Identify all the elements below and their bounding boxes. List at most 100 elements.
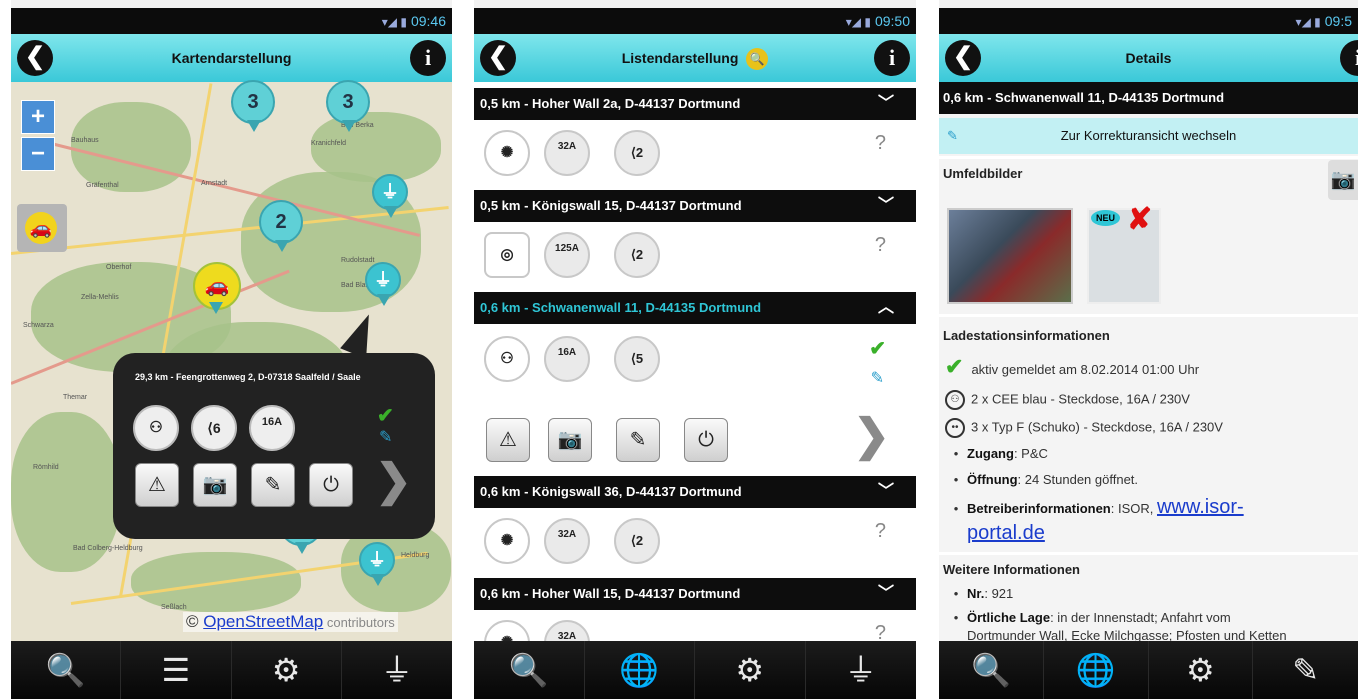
charging-station-marker[interactable]: ⏚ (365, 262, 401, 306)
add-station-icon[interactable]: ⏚ (342, 641, 452, 699)
signal-battery-icons: ▾◢ ▮ (381, 15, 407, 29)
amperage-icon: 32A (544, 620, 590, 641)
town-label: Heldburg (401, 552, 430, 559)
verified-icon: ✔ (869, 338, 886, 360)
access-line: • Zugang: P&C (953, 446, 1048, 461)
station-popup[interactable]: 29,3 km - Feengrottenweg 2, D-07318 Saal… (113, 353, 435, 539)
charging-station-marker[interactable]: ⏚ (359, 542, 395, 586)
settings-icon[interactable]: ⚙ (695, 641, 806, 699)
signal-battery-icons: ▾◢ ▮ (1295, 15, 1321, 29)
type2-socket-icon: ✺ (484, 518, 530, 564)
new-badge: NEU (1091, 210, 1121, 226)
bottom-nav: 🔍 🌐 ⚙ ✎ (939, 641, 1358, 699)
operator-link[interactable]: portal.de (967, 522, 1045, 544)
cee-socket-icon: ⚇ (484, 336, 530, 382)
list-item-header-selected[interactable]: 0,6 km - Schwanenwall 11, D-44135 Dortmu… (474, 292, 916, 324)
info-button[interactable]: i (410, 40, 446, 76)
back-button[interactable]: ❮ (945, 40, 981, 76)
plug-button[interactable]: ⏻ (684, 418, 728, 462)
list-icon[interactable]: ☰ (121, 641, 232, 699)
selected-station-marker[interactable]: 🚗 (193, 262, 241, 314)
connector-count-icon: ⟨5 (614, 336, 660, 382)
cluster-marker[interactable]: 2 (259, 200, 303, 252)
status-time: 09:46 (410, 13, 446, 29)
list-item-header[interactable]: 0,6 km - Königswall 36, D-44137 Dortmund… (474, 476, 916, 508)
status-bar: ▾◢ ▮ 09:5 (939, 8, 1358, 34)
search-icon[interactable]: 🔍 (474, 641, 585, 699)
settings-icon[interactable]: ⚙ (1149, 641, 1254, 699)
edit-small-icon: ✎ (379, 429, 393, 446)
chevron-right-icon[interactable]: ❯ (853, 410, 890, 461)
charging-station-marker[interactable]: ⏚ (372, 174, 408, 218)
globe-icon[interactable]: 🌐 (1044, 641, 1149, 699)
list-item-header[interactable]: 0,5 km - Königswall 15, D-44137 Dortmund… (474, 190, 916, 222)
list-item-header[interactable]: 0,6 km - Hoher Wall 15, D-44137 Dortmund… (474, 578, 916, 610)
add-station-icon[interactable]: ⏚ (806, 641, 917, 699)
title-bar: ❮ Details i (939, 34, 1358, 82)
cee-socket-icon: ⚇ (133, 405, 179, 451)
details-content: 0,6 km - Schwanenwall 11, D-44135 Dortmu… (939, 82, 1358, 643)
cee-socket-icon: ⚇ (945, 390, 965, 410)
town-label: Schwarza (23, 322, 54, 329)
globe-icon[interactable]: 🌐 (585, 641, 695, 699)
edit-button[interactable]: ✎ (251, 463, 295, 507)
bottom-nav: 🔍 ☰ ⚙ ⏚ (11, 641, 452, 699)
status-line: ✔ aktiv gemeldet am 8.02.2014 01:00 Uhr (945, 354, 1200, 379)
cluster-marker[interactable]: 3 (231, 80, 275, 132)
page-title: Details (1125, 50, 1172, 66)
edit-icon[interactable]: ✎ (1253, 641, 1358, 699)
report-problem-button[interactable]: ⚠ (486, 418, 530, 462)
back-button[interactable]: ❮ (480, 40, 516, 76)
correction-view-button[interactable]: ✎ Zur Korrekturansicht wechseln (939, 118, 1358, 154)
status-unknown: ? (874, 234, 886, 256)
back-button[interactable]: ❮ (17, 40, 53, 76)
operator-line: • Betreiberinformationen: ISOR, www.isor- (953, 496, 1244, 518)
cluster-marker[interactable]: 3 (326, 80, 370, 132)
connector-count-icon: ⟨6 (191, 405, 237, 451)
section-title: Ladestationsinformationen (943, 328, 1110, 343)
search-icon[interactable]: 🔍 (11, 641, 122, 699)
add-photo-button[interactable]: 📷 (1328, 160, 1358, 200)
chevron-up-icon: ︿ (877, 299, 894, 316)
chevron-right-icon[interactable]: ❯ (375, 455, 412, 506)
search-icon[interactable]: 🔍 (939, 641, 1044, 699)
plug-button[interactable]: ⏻ (309, 463, 353, 507)
list-screen: ▾◢ ▮ 09:50 ❮ Listendarstellung 🔍 i 0,5 km… (474, 0, 916, 699)
amperage-icon: 16A (544, 336, 590, 382)
schuko-socket-icon: ◎ (484, 232, 530, 278)
delete-photo-icon[interactable]: ✘ (1127, 202, 1152, 237)
camera-button[interactable]: 📷 (548, 418, 592, 462)
info-button[interactable]: i (874, 40, 910, 76)
car-location-button[interactable]: 🚗 (17, 204, 67, 252)
info-button[interactable]: i (1340, 40, 1358, 76)
chevron-down-icon: ﹀ (877, 585, 894, 602)
section-title: Umfeldbilder (943, 166, 1023, 181)
connector-count-icon: ⟨2 (614, 232, 660, 278)
location-line: • Örtliche Lage: in der Innenstadt; Anfah… (953, 610, 1231, 625)
status-time: 09:5 (1324, 13, 1352, 29)
edit-button[interactable]: ✎ (616, 418, 660, 462)
status-time: 09:50 (874, 13, 910, 29)
number-line: • Nr.: 921 (953, 586, 1014, 601)
type2-socket-icon: ✺ (484, 620, 530, 641)
operator-link[interactable]: www.isor- (1157, 496, 1244, 518)
town-label: Themar (63, 394, 88, 401)
openstreetmap-link[interactable]: OpenStreetMap (203, 612, 323, 631)
status-bar: ▾◢ ▮ 09:46 (11, 8, 452, 34)
list-item-header[interactable]: 0,5 km - Hoher Wall 2a, D-44137 Dortmund… (474, 88, 916, 120)
amperage-icon: 125A (544, 232, 590, 278)
zoom-in-button[interactable]: + (21, 100, 55, 134)
zoom-out-button[interactable]: − (21, 137, 55, 171)
environment-photo[interactable] (947, 208, 1073, 304)
verified-icon: ✔ (377, 405, 394, 427)
amperage-icon: 32A (544, 130, 590, 176)
search-key-icon[interactable]: 🔍 (746, 48, 769, 71)
edit-small-icon: ✎ (870, 370, 884, 387)
camera-button[interactable]: 📷 (193, 463, 237, 507)
edit-small-icon: ✎ (947, 128, 958, 143)
settings-icon[interactable]: ⚙ (232, 641, 342, 699)
car-icon: 🚗 (25, 212, 57, 244)
map-screen: ▾◢ ▮ 09:46 ❮ Kartendarstellung i Bauhaus … (11, 0, 452, 699)
report-problem-button[interactable]: ⚠ (135, 463, 179, 507)
station-list: 0,5 km - Hoher Wall 2a, D-44137 Dortmund… (474, 82, 916, 641)
